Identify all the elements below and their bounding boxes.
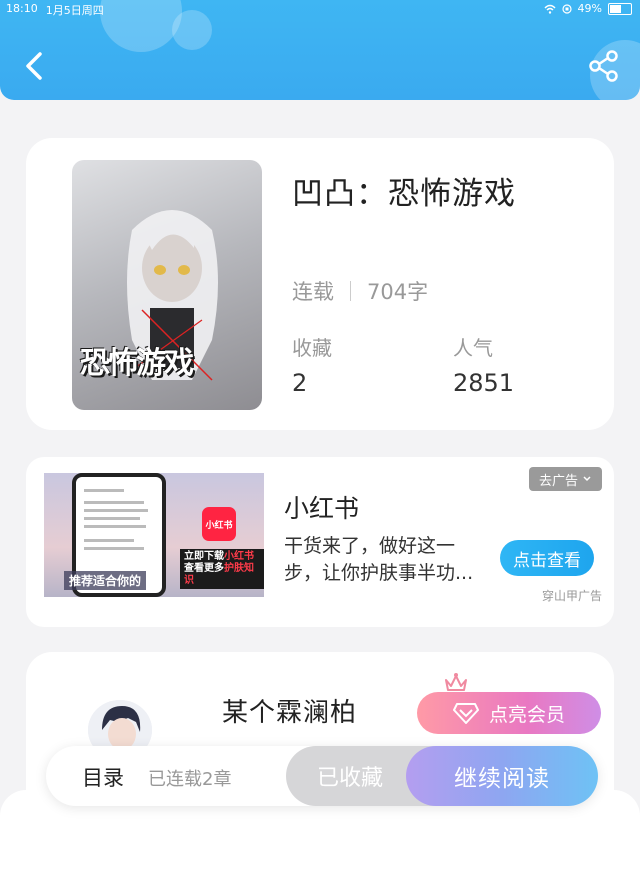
battery-icon bbox=[608, 2, 632, 15]
xiaohongshu-logo: 小红书 bbox=[202, 507, 236, 541]
ad-view-button[interactable]: 点击查看 bbox=[500, 540, 594, 576]
chevron-left-icon bbox=[26, 52, 42, 80]
word-count: 704字 bbox=[367, 280, 429, 304]
ad-source: 穿山甲广告 bbox=[541, 589, 602, 603]
popularity-label: 人气 bbox=[453, 336, 493, 360]
battery-percent: 49% bbox=[577, 2, 602, 15]
cover-title-art: 恐怖游戏 bbox=[80, 346, 194, 381]
ad-title: 小红书 bbox=[284, 494, 360, 523]
serial-status: 连载 bbox=[292, 280, 334, 304]
status-date: 1月5日周四 bbox=[45, 4, 104, 17]
share-icon bbox=[589, 50, 618, 82]
divider bbox=[350, 281, 351, 301]
activate-vip-button[interactable]: 点亮会员 bbox=[417, 692, 601, 734]
book-status-row: 连载 704字 bbox=[292, 276, 428, 306]
book-info-card: 恐怖游戏 凹凸：恐怖游戏 连载 704字 收藏 2 人气 2851 bbox=[26, 138, 614, 430]
popularity-stat: 人气 2851 bbox=[453, 332, 514, 397]
remove-ads-label: 去广告 bbox=[538, 473, 578, 489]
toc-button[interactable]: 目录 bbox=[82, 762, 124, 792]
favorites-value: 2 bbox=[292, 369, 308, 397]
book-cover[interactable]: 恐怖游戏 bbox=[72, 160, 262, 410]
diamond-icon bbox=[452, 703, 479, 724]
wifi-icon bbox=[544, 4, 556, 14]
bottom-action-bar: 目录 已连载2章 已收藏 继续阅读 bbox=[46, 746, 598, 806]
ad-image-caption: 推荐适合你的 bbox=[64, 571, 147, 590]
ad-image[interactable]: 小红书 立即下载小红书 查看更多护肤知识 推荐适合你的 bbox=[44, 473, 264, 597]
remove-ads-button[interactable]: 去广告 bbox=[528, 467, 602, 491]
status-bar: 18:10 1月5日周四 49% bbox=[0, 0, 640, 18]
collected-label: 已收藏 bbox=[316, 766, 383, 791]
vip-label: 点亮会员 bbox=[488, 703, 565, 726]
status-time: 18:10 bbox=[6, 2, 38, 15]
author-name: 某个霖澜柏 bbox=[222, 698, 358, 728]
continue-reading-button[interactable]: 继续阅读 bbox=[406, 746, 598, 806]
orientation-lock-icon bbox=[561, 3, 572, 14]
favorites-stat: 收藏 2 bbox=[292, 332, 332, 397]
share-button[interactable] bbox=[586, 48, 622, 84]
book-title: 凹凸：恐怖游戏 bbox=[292, 176, 516, 212]
favorites-label: 收藏 bbox=[292, 336, 332, 360]
ad-card[interactable]: 小红书 立即下载小红书 查看更多护肤知识 推荐适合你的 去广告 小红书 干货来了… bbox=[26, 457, 614, 627]
chevron-down-icon bbox=[583, 476, 591, 482]
back-button[interactable] bbox=[18, 48, 54, 84]
chapter-count[interactable]: 已连载2章 bbox=[148, 765, 231, 791]
popularity-value: 2851 bbox=[453, 369, 515, 397]
header: 18:10 1月5日周四 49% bbox=[0, 0, 640, 100]
crown-icon bbox=[445, 673, 467, 691]
ad-image-text: 立即下载小红书 查看更多护肤知识 bbox=[180, 549, 264, 589]
ad-description: 干货来了，做好这一步，让你护肤事半功... bbox=[284, 535, 474, 584]
